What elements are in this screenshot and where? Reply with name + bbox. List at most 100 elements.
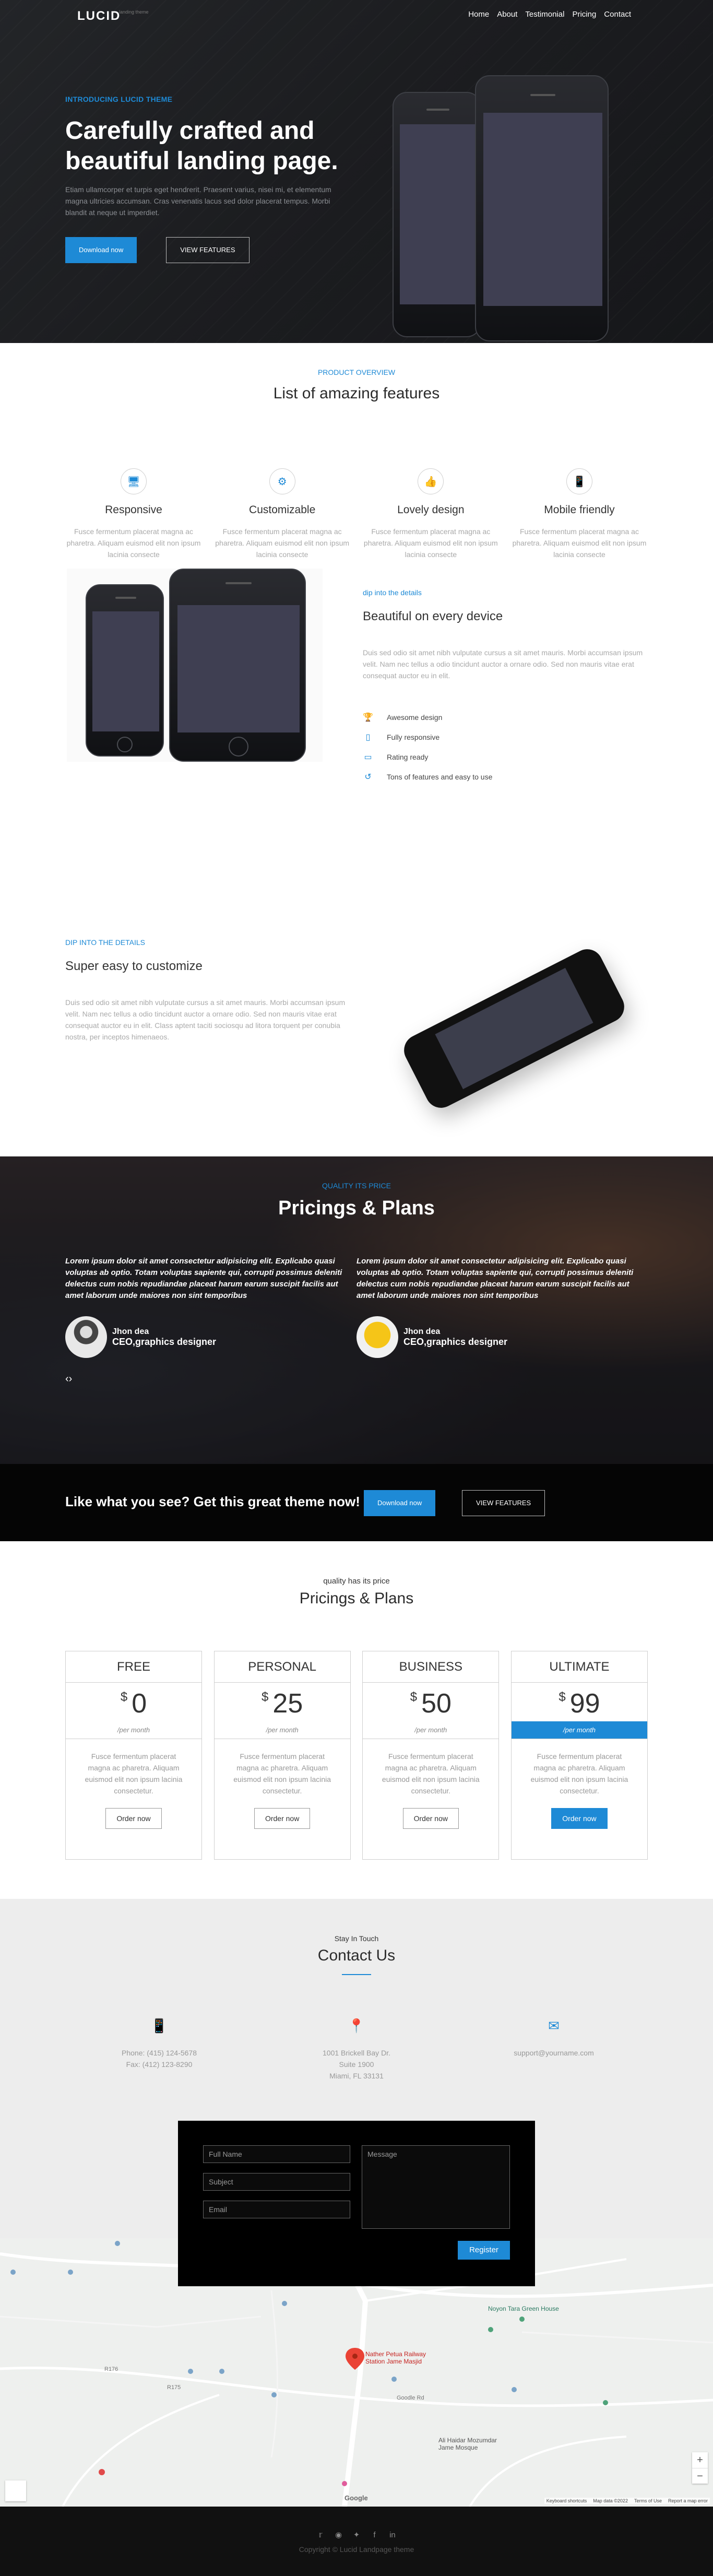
plan-period: /per month	[214, 1721, 350, 1739]
terms-link[interactable]: Terms of Use	[634, 2498, 662, 2503]
order-now-button[interactable]: Order now	[105, 1808, 162, 1829]
list-item-label: Fully responsive	[387, 733, 440, 741]
phone-screen	[483, 113, 602, 306]
detail-text: Duis sed odio sit amet nibh vulputate cu…	[65, 998, 346, 1041]
avatar	[356, 1316, 398, 1358]
plan-card-business: BUSINESS $50 /per month Fusce fermentum …	[362, 1651, 500, 1860]
slider-arrows-icon[interactable]: ‹›	[65, 1373, 72, 1385]
hero-text: INTRODUCING LUCID THEME Carefully crafte…	[65, 95, 358, 263]
person-info: Jhon dea CEO,graphics designer	[398, 1327, 507, 1348]
detail-phone-back	[86, 584, 164, 757]
plan-amount: 0	[132, 1688, 147, 1719]
nav-item-testimonial[interactable]: Testimonial	[525, 10, 564, 19]
zoom-out-button[interactable]: −	[692, 2468, 708, 2484]
order-now-button[interactable]: Order now	[551, 1808, 608, 1829]
mobile-icon: 📱	[150, 2018, 168, 2034]
plan-price: $50	[363, 1683, 498, 1721]
footer: 𝕣 ◉ ✦ f in Copyright © Lucid Landpage th…	[0, 2507, 713, 2576]
testimonial-heading: QUALITY ITS PRICE Pricings & Plans	[0, 1181, 713, 1220]
fax-line: Fax: (412) 123-8290	[126, 2060, 193, 2069]
nav-item-home[interactable]: Home	[468, 10, 489, 19]
map-label: R175	[167, 2384, 181, 2391]
person-name: Jhon dea	[403, 1327, 441, 1336]
nav-item-contact[interactable]: Contact	[604, 10, 631, 19]
overview-eyebrow: PRODUCT OVERVIEW	[317, 368, 396, 376]
order-now-button[interactable]: Order now	[402, 1808, 459, 1829]
map-data-text: Map data ©2022	[593, 2498, 628, 2503]
plan-period: /per month	[363, 1721, 499, 1739]
lying-phone	[398, 943, 630, 1114]
person-info: Jhon dea CEO,graphics designer	[107, 1327, 216, 1348]
twitter-icon[interactable]: ✦	[351, 2530, 362, 2539]
plan-currency: $	[558, 1690, 566, 1704]
map-label: Ali Haidar Mozumdar Jame Mosque	[438, 2437, 497, 2451]
list-item-label: Tons of features and easy to use	[387, 773, 493, 781]
pricing-eyebrow: quality has its price	[323, 1577, 390, 1586]
phone-screen	[92, 611, 159, 731]
facebook-icon[interactable]: f	[369, 2531, 380, 2539]
hero-section: LUCID landing theme Home About Testimoni…	[0, 0, 713, 343]
address-line: Suite 1900	[339, 2060, 374, 2069]
detail-eyebrow: dip into the details	[363, 588, 422, 597]
plan-price: $25	[215, 1683, 350, 1721]
refresh-icon: ↺	[364, 773, 372, 782]
cta-section: Like what you see? Get this great theme …	[0, 1464, 713, 1541]
phone-line: Phone: (415) 124-5678	[122, 2049, 197, 2057]
register-button[interactable]: Register	[458, 2241, 510, 2260]
map-attribution: Keyboard shortcuts Map data ©2022 Terms …	[544, 2498, 710, 2504]
feature-title: Mobile friendly	[544, 504, 615, 516]
cta-view-features-button[interactable]: VIEW FEATURES	[462, 1490, 545, 1516]
message-textarea[interactable]: Message	[362, 2145, 510, 2229]
email-input[interactable]: Email	[203, 2201, 350, 2218]
plan-card-personal: PERSONAL $25 /per month Fusce fermentum …	[213, 1651, 351, 1860]
github-icon[interactable]: ◉	[333, 2530, 344, 2539]
google-logo: Google	[344, 2494, 368, 2502]
report-error-link[interactable]: Report a map error	[668, 2498, 708, 2503]
phone-home-button	[117, 737, 133, 752]
view-features-button[interactable]: VIEW FEATURES	[166, 237, 249, 263]
plan-text: Fusce fermentum placerat magna ac pharet…	[530, 1752, 628, 1795]
plan-name: PERSONAL	[214, 1651, 350, 1683]
feature-text: Fusce fermentum placerat magna ac pharet…	[363, 527, 498, 559]
plan-card-free: FREE $0 /per month Fusce fermentum place…	[65, 1651, 202, 1860]
contact-email-text[interactable]: support@yourname.com	[460, 2047, 648, 2059]
subject-input[interactable]: Subject	[203, 2173, 350, 2191]
cta-download-button[interactable]: Download now	[364, 1490, 436, 1516]
overview-section: PRODUCT OVERVIEW List of amazing feature…	[0, 343, 713, 1156]
contact-email: ✉ support@yourname.com	[460, 2018, 648, 2082]
map-fullscreen-button[interactable]	[5, 2480, 26, 2501]
testimonial-quote-1: Lorem ipsum dolor sit amet consectetur a…	[65, 1257, 342, 1300]
feature-grid: 🖥 Responsive Fusce fermentum placerat ma…	[65, 468, 648, 560]
title-divider	[342, 1974, 371, 1975]
detail-text: Duis sed odio sit amet nibh vulputate cu…	[363, 648, 643, 680]
phone-speaker	[426, 109, 449, 111]
full-name-input[interactable]: Full Name	[203, 2145, 350, 2163]
zoom-in-button[interactable]: +	[692, 2452, 708, 2468]
plan-currency: $	[120, 1690, 128, 1704]
twitter-icon[interactable]: 𝕣	[315, 2530, 326, 2539]
feature-title: Responsive	[105, 504, 162, 516]
monitor-icon: ▭	[364, 753, 372, 762]
top-navigation: LUCID landing theme Home About Testimoni…	[0, 0, 713, 30]
keyboard-shortcuts-link[interactable]: Keyboard shortcuts	[546, 2498, 587, 2503]
feature-title: Lovely design	[397, 504, 465, 516]
address-line: Miami, FL 33131	[329, 2072, 384, 2080]
nav-item-about[interactable]: About	[497, 10, 517, 19]
plan-name: FREE	[66, 1651, 201, 1683]
feature-card: 🖥 Responsive Fusce fermentum placerat ma…	[65, 468, 202, 560]
logo[interactable]: LUCID	[77, 9, 121, 23]
plan-card-ultimate: ULTIMATE $99 /per month Fusce fermentum …	[510, 1651, 648, 1860]
download-button[interactable]: Download now	[65, 237, 137, 263]
plan-text: Fusce fermentum placerat magna ac pharet…	[233, 1752, 331, 1795]
linkedin-icon[interactable]: in	[387, 2531, 398, 2539]
map-marker-icon: 📍	[348, 2018, 365, 2034]
list-item-label: Awesome design	[387, 713, 443, 722]
hero-title-line2: beautiful landing page.	[65, 147, 338, 175]
feature-title: Customizable	[249, 504, 316, 516]
hero-eyebrow: INTRODUCING LUCID THEME	[65, 95, 173, 103]
map-label: Noyon Tara Green House	[488, 2305, 559, 2312]
thumbs-up-icon: 👍	[418, 468, 444, 494]
pricing-heading: quality has its price Pricings & Plans	[0, 1577, 713, 1608]
order-now-button[interactable]: Order now	[254, 1808, 311, 1829]
nav-item-pricing[interactable]: Pricing	[572, 10, 596, 19]
